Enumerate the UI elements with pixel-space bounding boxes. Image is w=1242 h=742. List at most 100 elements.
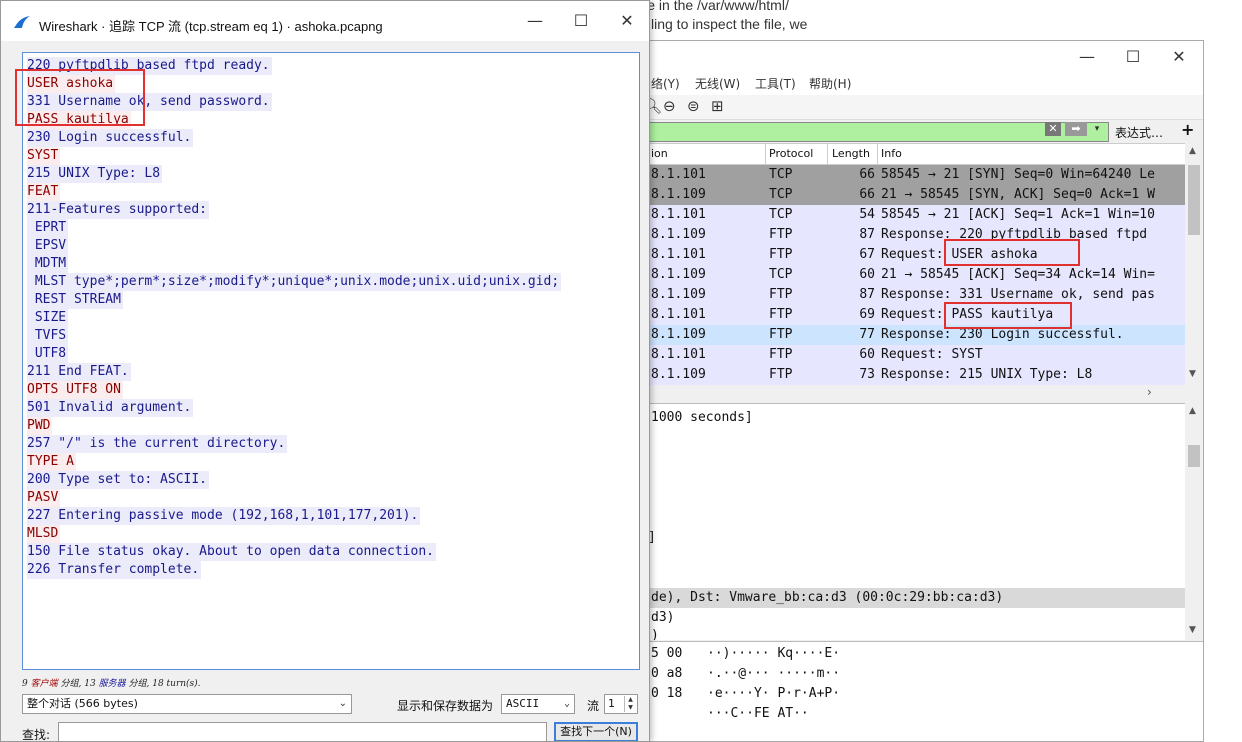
packet-rows: 8.1.101 TCP 66 58545 → 21 [SYN] Seq=0 Win=6… <box>641 165 1185 385</box>
detail-line-ethernet[interactable]: de), Dst: Vmware_bb:ca:d3 (00:0c:29:bb:c… <box>651 590 1003 605</box>
find-input[interactable] <box>58 722 547 741</box>
column-header-source[interactable]: ion <box>651 147 668 160</box>
server-label: 服务器 <box>98 679 126 689</box>
packet-length: 60 <box>859 267 875 282</box>
packet-row[interactable]: 8.1.101 FTP 60 Request: SYST <box>641 345 1185 365</box>
packet-length: 54 <box>859 207 875 222</box>
packet-length: 69 <box>859 307 875 322</box>
packet-list-scrollbar[interactable]: ▲ ▼ <box>1185 143 1203 385</box>
add-filter-button[interactable]: + <box>1181 120 1194 139</box>
zoom-reset-icon[interactable]: ⊜ <box>687 97 700 115</box>
column-header-protocol[interactable]: Protocol <box>769 147 813 160</box>
packet-row[interactable]: 8.1.109 FTP 87 Response: 220 pyftpdlib base… <box>641 225 1185 245</box>
server-stream-line: 230 Login successful. <box>27 129 561 147</box>
scroll-up-icon[interactable]: ▲ <box>1189 406 1196 416</box>
data-format-select[interactable]: ASCII ⌄ <box>501 694 575 714</box>
scroll-right-icon[interactable]: › <box>1147 385 1152 399</box>
packet-row[interactable]: 8.1.101 TCP 66 58545 → 21 [SYN] Seq=0 Win=6… <box>641 165 1185 185</box>
stream-content-area[interactable]: 220 pyftpdlib based ftpd ready. USER asho… <box>22 52 640 670</box>
menu-item-telephony[interactable]: 络(Y) <box>651 75 680 92</box>
column-header-info[interactable]: Info <box>881 147 902 160</box>
bytes-hex[interactable]: 5 00 <box>651 646 682 661</box>
scroll-thumb[interactable] <box>1188 165 1200 235</box>
conversation-select-value: 整个对话 (566 bytes) <box>27 697 138 710</box>
packet-protocol: TCP <box>769 167 793 182</box>
stream-line-text: PWD <box>27 417 53 435</box>
resize-columns-icon[interactable]: ⊞ <box>711 97 724 115</box>
packet-row[interactable]: 8.1.101 FTP 67 Request: USER ashoka <box>641 245 1185 265</box>
packet-length: 77 <box>859 327 875 342</box>
detail-line[interactable]: ) <box>651 628 659 640</box>
minimize-button[interactable]: — <box>515 9 555 33</box>
display-filter-input[interactable] <box>649 122 1109 142</box>
stream-line-text: 227 Entering passive mode (192,168,1,101… <box>27 507 421 525</box>
clear-filter-icon[interactable]: ✕ <box>1045 122 1061 136</box>
scroll-up-icon[interactable]: ▲ <box>1189 146 1196 156</box>
packet-row[interactable]: 8.1.109 FTP 87 Response: 331 Username ok, s… <box>641 285 1185 305</box>
packet-row[interactable]: 8.1.109 TCP 60 21 → 58545 [ACK] Seq=34 Ack=… <box>641 265 1185 285</box>
packet-row[interactable]: 8.1.109 FTP 77 Response: 230 Login successf… <box>641 325 1185 345</box>
turn-count: 18 turn(s). <box>152 679 201 689</box>
packet-length: 66 <box>859 187 875 202</box>
menu-item-help[interactable]: 帮助(H) <box>809 75 851 92</box>
packet-row[interactable]: 8.1.101 FTP 69 Request: PASS kautilya <box>641 305 1185 325</box>
apply-filter-icon[interactable]: ➡ <box>1065 122 1087 136</box>
column-header-length[interactable]: Length <box>832 147 870 160</box>
packet-source: 8.1.101 <box>651 307 706 322</box>
menu-item-wireless[interactable]: 无线(W) <box>695 75 740 92</box>
packet-length: 60 <box>859 347 875 362</box>
bytes-ascii[interactable]: ···C··FE AT·· <box>707 706 809 721</box>
minimize-button[interactable]: — <box>1067 45 1107 69</box>
packet-row[interactable]: 8.1.101 TCP 54 58545 → 21 [ACK] Seq=1 Ack=1… <box>641 205 1185 225</box>
zoom-out-icon[interactable]: ⊖ <box>663 97 676 115</box>
expression-button[interactable]: 表达式… <box>1115 124 1163 141</box>
scroll-down-icon[interactable]: ▼ <box>1189 625 1196 635</box>
close-button[interactable]: ✕ <box>1159 45 1199 69</box>
spinbox-buttons[interactable]: ▲ ▼ <box>624 696 636 712</box>
maximize-button[interactable]: ☐ <box>561 9 601 33</box>
stream-status-text: 9 客户端 分组, 13 服务器 分组, 18 turn(s). <box>22 676 201 689</box>
client-label: 客户端 <box>30 679 58 689</box>
scroll-down-icon[interactable]: ▼ <box>1189 369 1196 379</box>
chevron-down-icon: ⌄ <box>338 698 347 709</box>
packet-info: Response: 215 UNIX Type: L8 <box>881 367 1093 382</box>
bytes-hex[interactable]: 0 a8 <box>651 666 682 681</box>
bytes-ascii[interactable]: ··)····· Kq····E· <box>707 646 840 661</box>
bytes-ascii[interactable]: ·.··@··· ·····m·· <box>707 666 840 681</box>
detail-line[interactable]: 1000 seconds] <box>651 410 753 425</box>
menu-item-tools[interactable]: 工具(T) <box>755 75 796 92</box>
stream-line-text: EPSV <box>27 237 69 255</box>
packet-source: 8.1.109 <box>651 227 706 242</box>
details-scrollbar[interactable]: ▲ ▼ <box>1185 403 1203 639</box>
column-separator <box>765 144 766 164</box>
server-stream-line: SIZE <box>27 309 561 327</box>
stream-number-spinbox[interactable]: 1 ▲ ▼ <box>604 694 638 714</box>
menu-bar: 络(Y) 无线(W) 工具(T) 帮助(H) <box>641 73 1203 95</box>
server-stream-line: TVFS <box>27 327 561 345</box>
stream-line-text: TVFS <box>27 327 69 345</box>
filter-history-dropdown[interactable]: ▾ <box>1091 122 1103 136</box>
packet-protocol: FTP <box>769 247 793 262</box>
scroll-thumb[interactable] <box>1188 445 1200 467</box>
packet-info: 21 → 58545 [SYN, ACK] Seq=0 Ack=1 W <box>881 187 1155 202</box>
detail-line[interactable]: d3) <box>651 610 674 625</box>
annotation-box-user <box>944 239 1080 266</box>
bytes-hex[interactable]: 0 18 <box>651 686 682 701</box>
stream-line-text: OPTS UTF8 ON <box>27 381 123 399</box>
packet-row[interactable]: 8.1.109 TCP 66 21 → 58545 [SYN, ACK] Seq=0 … <box>641 185 1185 205</box>
stream-line-text: 501 Invalid argument. <box>27 399 194 417</box>
find-next-button[interactable]: 查找下一个(N) <box>554 722 638 741</box>
client-stream-line: FEAT <box>27 183 561 201</box>
conversation-select[interactable]: 整个对话 (566 bytes) ⌄ <box>22 694 352 714</box>
packet-list-hscrollbar[interactable]: › <box>641 385 1185 401</box>
maximize-button[interactable]: ☐ <box>1113 45 1153 69</box>
client-stream-line: PWD <box>27 417 561 435</box>
stream-line-text: PASV <box>27 489 61 507</box>
bytes-ascii[interactable]: ·e····Y· P·r·A+P· <box>707 686 840 701</box>
packet-protocol: FTP <box>769 227 793 242</box>
packet-length: 73 <box>859 367 875 382</box>
stream-line-text: MLSD <box>27 525 61 543</box>
server-stream-line: UTF8 <box>27 345 561 363</box>
packet-row[interactable]: 8.1.109 FTP 73 Response: 215 UNIX Type: L8 <box>641 365 1185 385</box>
close-button[interactable]: ✕ <box>607 9 647 33</box>
